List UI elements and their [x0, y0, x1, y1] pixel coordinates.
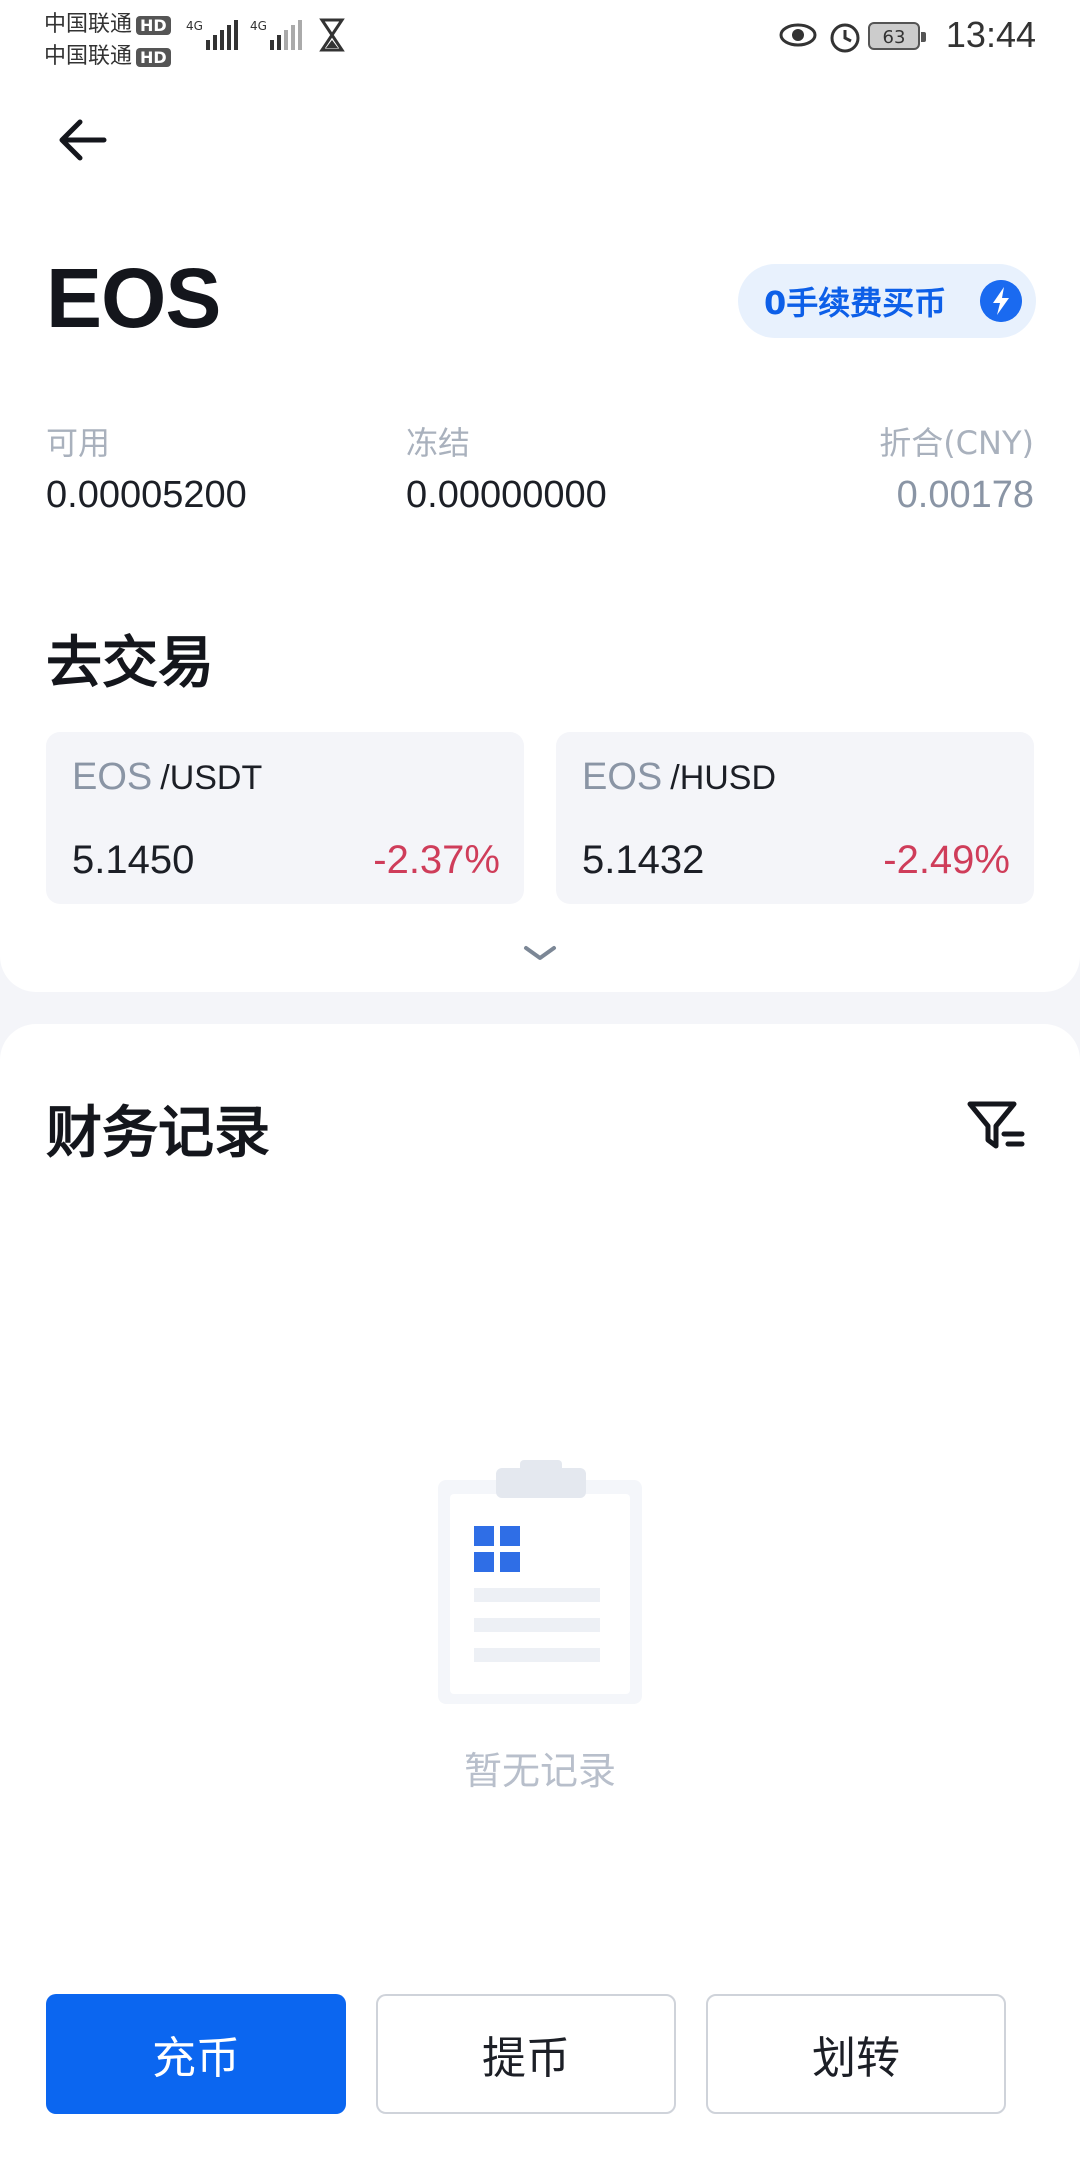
filter-icon[interactable] — [964, 1094, 1028, 1158]
market-change: -2.37% — [373, 838, 500, 882]
market-price: 5.1432 — [582, 838, 705, 882]
eye-icon — [779, 23, 817, 47]
carrier-1: 中国联通 HD — [44, 6, 171, 38]
available-label: 可用 — [46, 424, 111, 462]
market-pair: EOS/HUSD — [582, 756, 776, 799]
alarm-icon — [830, 23, 860, 53]
hd-badge: HD — [136, 16, 171, 35]
available-value: 0.00005200 — [46, 474, 247, 516]
withdraw-button[interactable]: 提币 — [376, 1994, 676, 2114]
svg-text:4G: 4G — [250, 19, 267, 33]
status-bar: 中国联通 HD 中国联通 HD 4G 4G 63 13:44 — [0, 0, 1080, 72]
empty-state-text: 暂无记录 — [463, 1749, 616, 1793]
market-change: -2.49% — [883, 838, 1010, 882]
transfer-button[interactable]: 划转 — [706, 1994, 1006, 2114]
back-arrow-icon[interactable] — [54, 110, 114, 170]
market-card-eos-usdt[interactable]: EOS/USDT 5.1450 -2.37% — [46, 732, 524, 904]
carrier-2-name: 中国联通 — [44, 44, 133, 69]
zero-fee-buy-label: 0手续费买币 — [764, 284, 947, 322]
battery-icon: 63 — [868, 22, 926, 50]
clipboard-icon — [438, 1460, 642, 1704]
page-title: EOS — [46, 251, 221, 345]
chevron-down-icon[interactable] — [520, 942, 560, 966]
hourglass-icon — [319, 18, 345, 52]
status-time: 13:44 — [945, 14, 1036, 55]
carrier-2: 中国联通 HD — [44, 38, 171, 70]
frozen-value: 0.00000000 — [406, 474, 607, 516]
zero-fee-buy-button[interactable]: 0手续费买币 — [738, 264, 1036, 338]
trade-section-title: 去交易 — [46, 631, 214, 696]
records-section-title: 财务记录 — [46, 1101, 270, 1166]
pair-quote: /USDT — [160, 759, 263, 797]
market-pair: EOS/USDT — [72, 756, 262, 799]
hd-badge: HD — [136, 48, 171, 67]
cny-label: 折合(CNY) — [879, 424, 1034, 462]
pair-base: EOS — [72, 756, 153, 798]
pair-base: EOS — [582, 756, 663, 798]
signal-icon-2: 4G — [250, 19, 302, 50]
market-price: 5.1450 — [72, 838, 195, 882]
signal-icon: 4G — [186, 19, 238, 50]
frozen-label: 冻结 — [406, 424, 471, 462]
deposit-button[interactable]: 充币 — [46, 1994, 346, 2114]
carrier-1-name: 中国联通 — [44, 12, 133, 37]
market-card-eos-husd[interactable]: EOS/HUSD 5.1432 -2.49% — [556, 732, 1034, 904]
cny-value: 0.00178 — [896, 474, 1034, 516]
pair-quote: /HUSD — [670, 759, 777, 797]
lightning-icon — [980, 280, 1022, 322]
svg-text:4G: 4G — [186, 19, 203, 33]
